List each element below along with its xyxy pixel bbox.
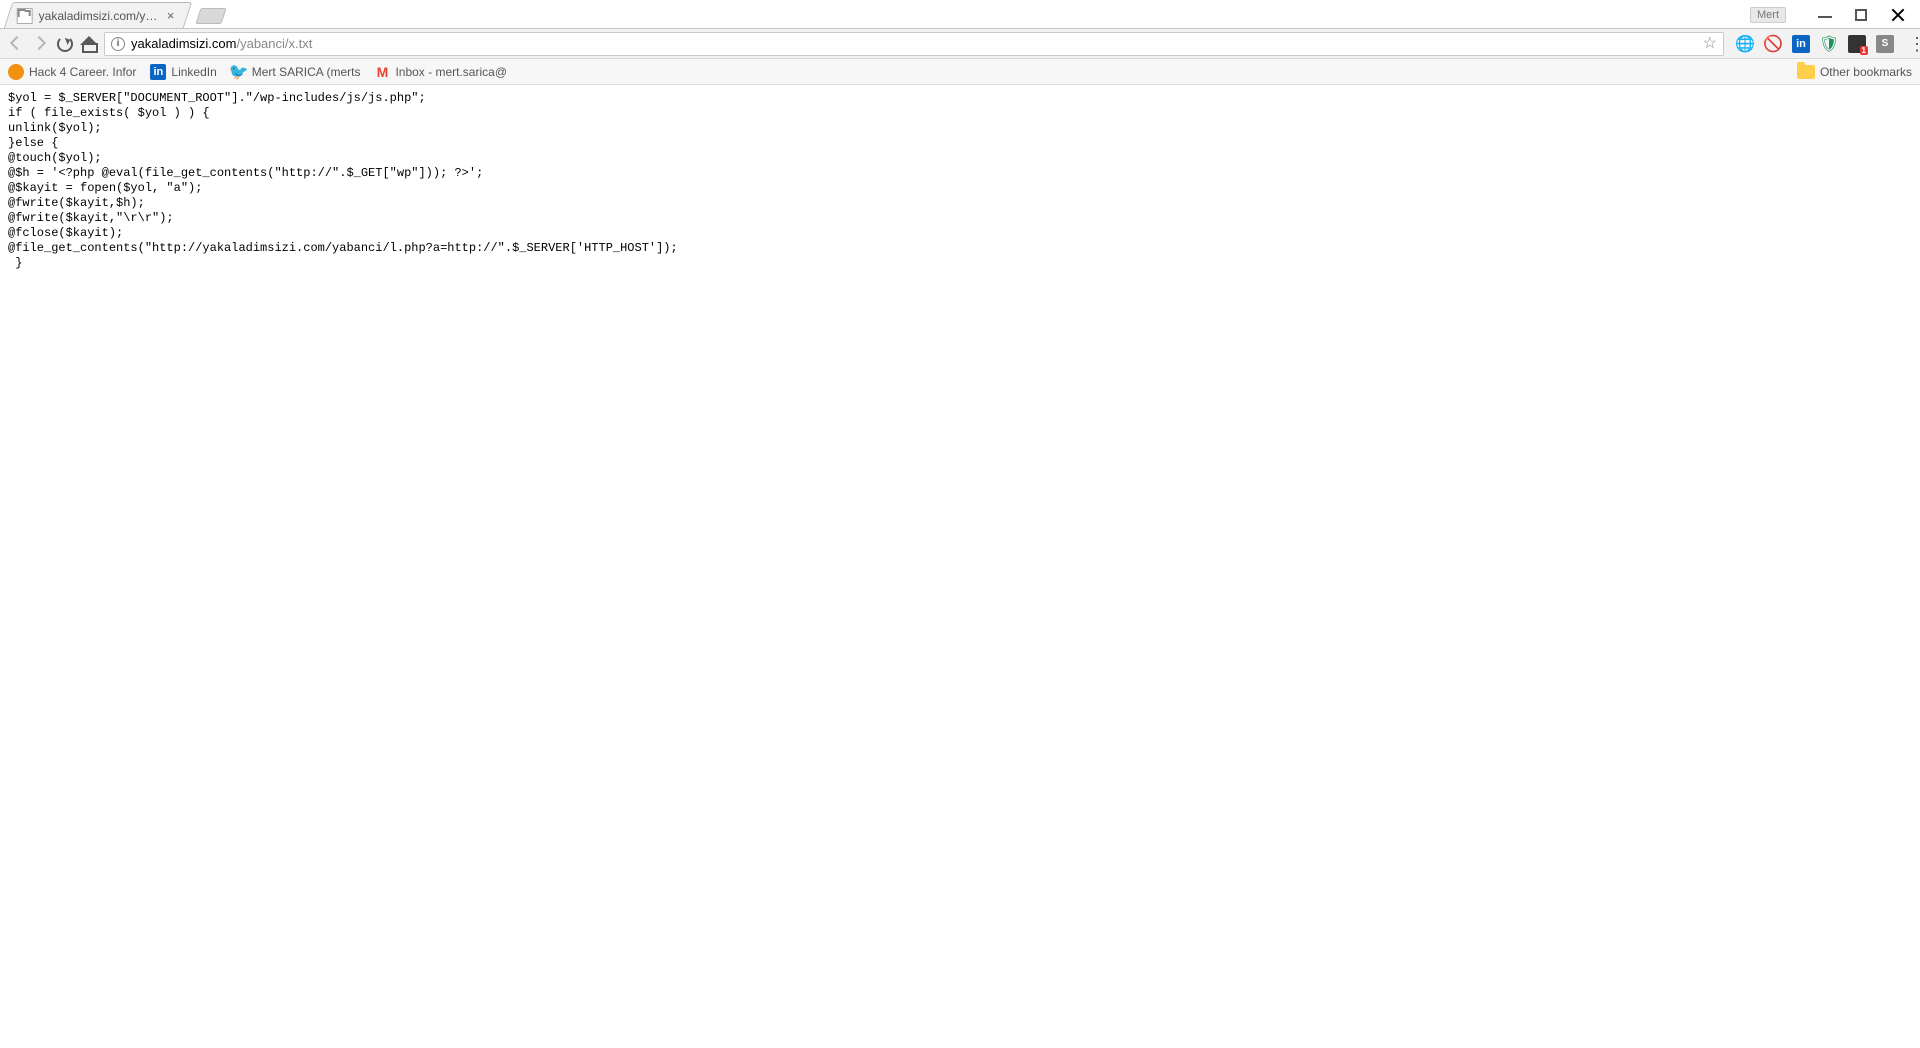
home-button[interactable] — [80, 35, 98, 53]
profile-chip[interactable]: Mert — [1750, 7, 1786, 23]
forward-button[interactable] — [32, 35, 50, 53]
bookmark-item[interactable]: 🐦 Mert SARICA (merts — [231, 64, 361, 80]
window-controls: Mert — [1750, 0, 1920, 29]
other-bookmarks[interactable]: Other bookmarks — [1797, 65, 1912, 79]
window-close-icon[interactable] — [1890, 7, 1906, 23]
bookmark-item[interactable]: in LinkedIn — [150, 64, 216, 80]
bookmark-label: Hack 4 Career. Infor — [29, 65, 136, 79]
browser-toolbar: yakaladimsizi.com/yabanci/x.txt ☆ 🌐 🚫 in… — [0, 29, 1920, 59]
plain-text-content: $yol = $_SERVER["DOCUMENT_ROOT"]."/wp-in… — [0, 85, 1920, 277]
new-tab-button[interactable] — [195, 8, 226, 24]
twitter-icon: 🐦 — [231, 64, 247, 80]
grey-extension-icon[interactable]: S — [1876, 35, 1894, 53]
bookmark-icon — [8, 64, 24, 80]
browser-tab[interactable]: yakaladimsizi.com/yaban × — [4, 2, 192, 28]
url-path: /yabanci/x.txt — [236, 36, 312, 51]
bookmark-label: Inbox - mert.sarica@ — [395, 65, 507, 79]
site-info-icon[interactable] — [111, 37, 125, 51]
bookmark-star-icon[interactable]: ☆ — [1703, 36, 1717, 52]
extension-icons: 🌐 🚫 in 🛡 S — [1730, 35, 1912, 53]
bookmarks-bar: Hack 4 Career. Infor in LinkedIn 🐦 Mert … — [0, 59, 1920, 85]
other-bookmarks-label: Other bookmarks — [1820, 65, 1912, 79]
tab-title: yakaladimsizi.com/yaban — [39, 9, 159, 23]
close-tab-icon[interactable]: × — [167, 9, 175, 22]
gmail-icon: M — [374, 64, 390, 80]
globe-extension-icon[interactable]: 🌐 — [1736, 35, 1754, 53]
reload-button[interactable] — [56, 35, 74, 53]
linkedin-icon: in — [150, 64, 166, 80]
shield-extension-icon[interactable]: 🛡 — [1820, 35, 1838, 53]
bookmark-label: LinkedIn — [171, 65, 216, 79]
address-bar[interactable]: yakaladimsizi.com/yabanci/x.txt ☆ — [104, 32, 1724, 56]
bookmark-item[interactable]: M Inbox - mert.sarica@ — [374, 64, 507, 80]
url-host: yakaladimsizi.com — [131, 36, 236, 51]
minimize-icon[interactable] — [1818, 8, 1832, 22]
file-icon — [17, 8, 33, 24]
dark-extension-icon[interactable] — [1848, 35, 1866, 53]
folder-icon — [1797, 65, 1815, 79]
back-button[interactable] — [8, 35, 26, 53]
menu-icon[interactable] — [1908, 35, 1912, 53]
tab-strip: yakaladimsizi.com/yaban × Mert — [0, 0, 1920, 29]
maximize-icon[interactable] — [1854, 8, 1868, 22]
bookmark-label: Mert SARICA (merts — [252, 65, 361, 79]
bookmark-item[interactable]: Hack 4 Career. Infor — [8, 64, 136, 80]
linkedin-extension-icon[interactable]: in — [1792, 35, 1810, 53]
block-extension-icon[interactable]: 🚫 — [1764, 35, 1782, 53]
